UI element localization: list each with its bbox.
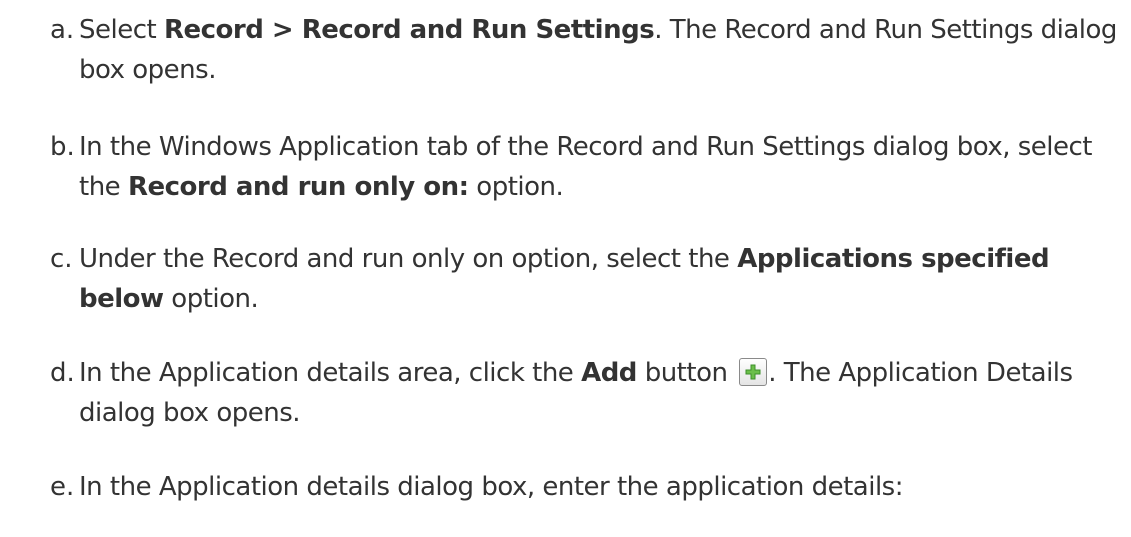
bold-text: Record > Record and Run Settings (163, 15, 655, 45)
step-text: In the Application details dialog box, e… (79, 467, 1124, 507)
step-marker: d. (50, 358, 75, 388)
step-marker: c. (50, 244, 73, 274)
text-run: button (636, 358, 736, 388)
text-run: Under the Record and run only on option,… (79, 244, 738, 274)
step-line: Under the Record and run only on option,… (79, 239, 1124, 279)
text-run: dialog box opens. (79, 398, 301, 428)
step-text: In the Windows Application tab of the Re… (79, 127, 1124, 207)
step-line: box opens. (79, 50, 1124, 90)
step-marker: a. (50, 15, 75, 45)
step-text: In the Application details area, click t… (79, 353, 1124, 433)
step-marker: b. (50, 132, 75, 162)
text-run: In the Application details area, click t… (79, 358, 582, 388)
text-run: the (79, 172, 128, 202)
bold-text: Applications specified (737, 244, 1050, 274)
step-text: Select Record > Record and Run Settings.… (79, 10, 1124, 90)
add-icon (739, 358, 768, 386)
step-line: below option. (79, 279, 1124, 319)
text-run: option. (468, 172, 564, 202)
step-line: In the Application details dialog box, e… (79, 467, 1124, 507)
bold-text: Add (581, 358, 637, 388)
step-line: In the Application details area, click t… (79, 353, 1124, 393)
step-line: dialog box opens. (79, 393, 1124, 433)
text-run: . The Application Details (768, 358, 1073, 388)
step-line: In the Windows Application tab of the Re… (79, 127, 1124, 167)
step-line: Select Record > Record and Run Settings.… (79, 10, 1124, 50)
step-line: the Record and run only on: option. (79, 167, 1124, 207)
step-marker: e. (50, 472, 75, 502)
text-run: Select (79, 15, 164, 45)
text-run: option. (163, 284, 259, 314)
bold-text: Record and run only on: (127, 172, 469, 202)
text-run: In the Windows Application tab of the Re… (79, 132, 1093, 162)
text-run: box opens. (79, 55, 216, 85)
text-run: . The Record and Run Settings dialog (654, 15, 1117, 45)
text-run: In the Application details dialog box, e… (79, 472, 903, 502)
bold-text: below (79, 284, 164, 314)
step-text: Under the Record and run only on option,… (79, 239, 1124, 319)
